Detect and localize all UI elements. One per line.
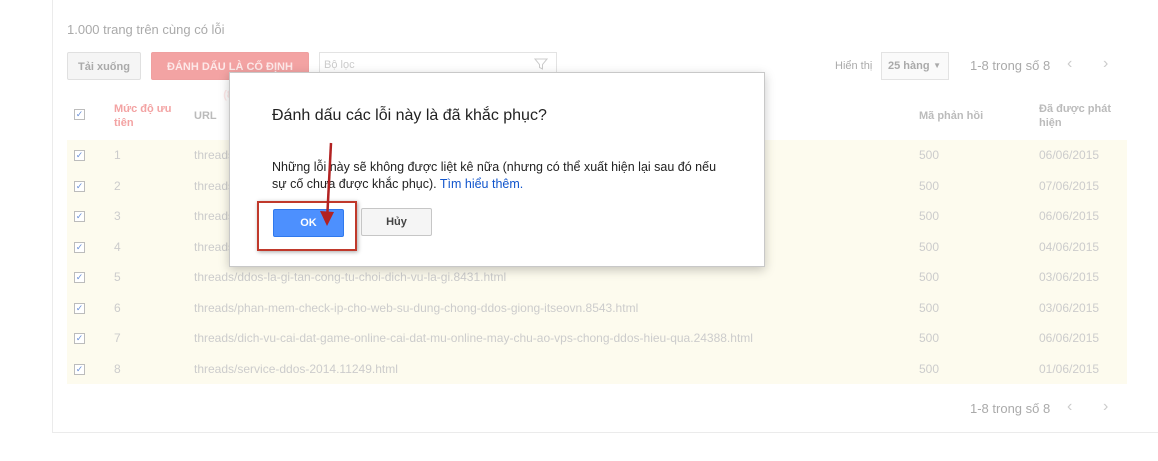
- rows-per-page-value: 25 hàng: [888, 60, 930, 72]
- row-date: 04/06/2015: [1039, 239, 1100, 254]
- row-code: 500: [919, 331, 940, 345]
- dialog-title: Đánh dấu các lỗi này là đã khắc phục?: [272, 107, 547, 124]
- row-url[interactable]: threads/service-ddos-2014.11249.html: [194, 354, 398, 384]
- row-priority: 8: [114, 361, 121, 376]
- row-checkbox[interactable]: ✓: [74, 211, 85, 222]
- filter-icon: [534, 58, 548, 70]
- error-summary: 1.000 trang trên cùng có lỗi: [67, 22, 225, 37]
- row-checkbox[interactable]: ✓: [74, 302, 85, 314]
- ok-button[interactable]: OK: [273, 209, 344, 237]
- row-checkbox[interactable]: ✓: [74, 363, 85, 375]
- row-priority: 5: [114, 270, 121, 284]
- confirm-dialog: Đánh dấu các lỗi này là đã khắc phục? Nh…: [229, 72, 765, 267]
- table-row[interactable]: ✓ 6 threads/phan-mem-check-ip-cho-web-su…: [67, 293, 1127, 324]
- row-priority: 6: [114, 300, 121, 315]
- chevron-left-icon[interactable]: ‹: [1067, 398, 1072, 416]
- row-checkbox[interactable]: ✓: [74, 272, 85, 283]
- dialog-body: Những lỗi này sẽ không được liệt kê nữa …: [272, 159, 732, 193]
- header-response-code[interactable]: Mã phản hồi: [919, 109, 983, 123]
- row-checkbox[interactable]: ✓: [74, 241, 85, 253]
- row-priority: 1: [114, 148, 121, 162]
- rows-per-page-select[interactable]: 25 hàng ▼: [881, 52, 949, 80]
- row-checkbox[interactable]: ✓: [74, 333, 85, 344]
- download-button[interactable]: Tải xuống: [67, 52, 141, 80]
- learn-more-link[interactable]: Tìm hiểu thêm.: [440, 177, 523, 191]
- header-detected[interactable]: Đã được phát hiện: [1039, 102, 1119, 130]
- header-url[interactable]: URL: [194, 109, 217, 123]
- row-date: 06/06/2015: [1039, 148, 1100, 162]
- row-date: 06/06/2015: [1039, 331, 1100, 345]
- row-url[interactable]: threads/dich-vu-cai-dat-game-online-cai-…: [194, 323, 753, 353]
- row-checkbox[interactable]: ✓: [74, 150, 85, 161]
- row-url[interactable]: threads/phan-mem-check-ip-cho-web-su-dun…: [194, 293, 638, 323]
- row-date: 07/06/2015: [1039, 178, 1100, 193]
- row-date: 03/06/2015: [1039, 300, 1100, 315]
- row-date: 03/06/2015: [1039, 270, 1100, 284]
- row-code: 500: [919, 270, 940, 284]
- header-priority[interactable]: Mức độ ưu tiên: [114, 102, 184, 130]
- filter-placeholder: Bộ lọc: [324, 59, 355, 71]
- row-code: 500: [919, 239, 940, 254]
- select-all-checkbox[interactable]: ✓: [74, 109, 85, 120]
- row-priority: 3: [114, 209, 121, 223]
- row-priority: 2: [114, 178, 121, 193]
- row-priority: 4: [114, 239, 121, 254]
- chevron-right-icon[interactable]: ›: [1103, 55, 1108, 73]
- row-date: 06/06/2015: [1039, 209, 1100, 223]
- pager-text-top: 1-8 trong số 8: [970, 58, 1051, 73]
- show-label: Hiển thị: [835, 60, 873, 72]
- table-row[interactable]: ✓ 8 threads/service-ddos-2014.11249.html…: [67, 354, 1127, 385]
- row-date: 01/06/2015: [1039, 361, 1100, 376]
- row-code: 500: [919, 148, 940, 162]
- cancel-button[interactable]: Hủy: [361, 208, 432, 236]
- chevron-right-icon[interactable]: ›: [1103, 398, 1108, 416]
- row-code: 500: [919, 209, 940, 223]
- row-checkbox[interactable]: ✓: [74, 180, 85, 192]
- row-code: 500: [919, 178, 940, 193]
- row-code: 500: [919, 361, 940, 376]
- row-code: 500: [919, 300, 940, 315]
- chevron-down-icon: ▼: [933, 61, 941, 70]
- chevron-left-icon[interactable]: ‹: [1067, 55, 1072, 73]
- row-priority: 7: [114, 331, 121, 345]
- pager-text-bottom: 1-8 trong số 8: [970, 401, 1051, 416]
- table-row[interactable]: ✓ 7 threads/dich-vu-cai-dat-game-online-…: [67, 323, 1127, 354]
